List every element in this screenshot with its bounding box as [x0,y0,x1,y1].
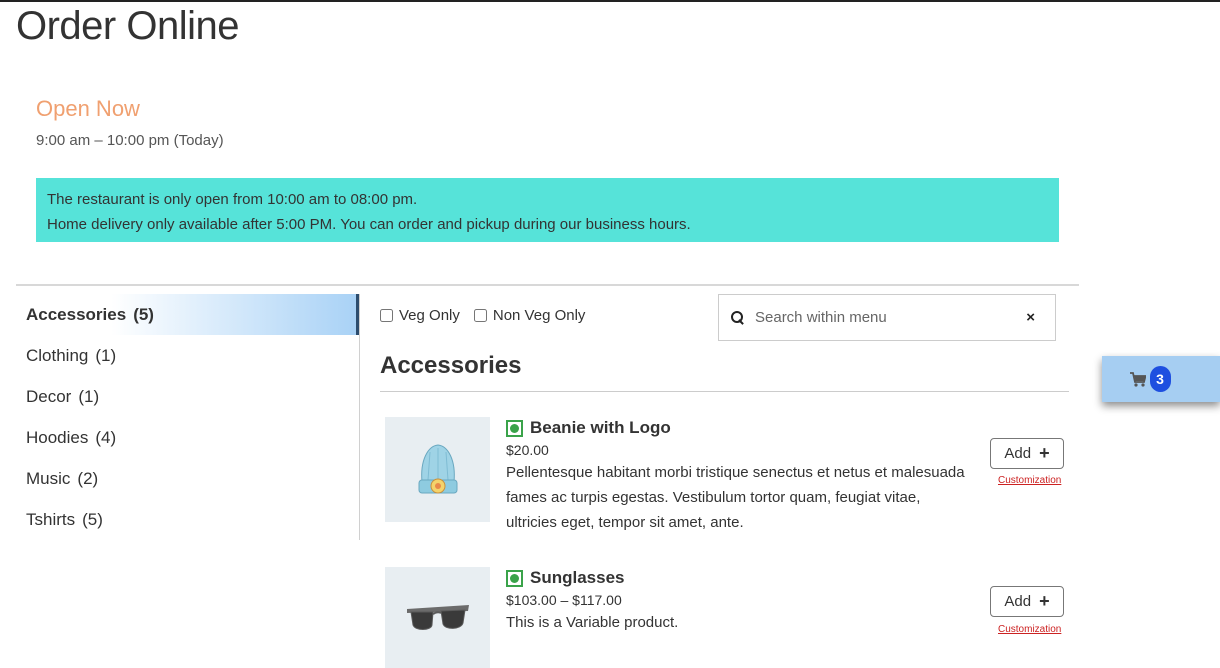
sidebar-item-music[interactable]: Music (2) [16,458,359,499]
sidebar-item-accessories[interactable]: Accessories (5) [16,294,359,335]
product-item: Beanie with Logo $20.00 Pellentesque hab… [385,417,1065,531]
veg-indicator-icon [506,419,523,437]
product-info: Beanie with Logo $20.00 Pellentesque hab… [506,417,971,535]
add-button[interactable]: Add + [990,586,1064,617]
product-price: $20.00 [506,442,549,458]
beanie-icon [418,443,457,493]
divider [16,284,1079,286]
section-title: Accessories [380,352,522,379]
sunglasses-icon [406,604,469,630]
notice-banner: The restaurant is only open from 10:00 a… [36,178,1059,242]
cart-icon [1129,371,1146,387]
category-count: (5) [82,509,103,529]
search-input[interactable] [755,309,1027,326]
page-title: Order Online [16,4,239,48]
cart-count-badge: 3 [1149,366,1171,392]
category-count: (1) [78,386,100,406]
veg-indicator-icon [506,569,523,587]
menu-search: × [718,294,1056,341]
product-name[interactable]: Sunglasses [530,568,625,588]
category-count: (1) [95,345,117,365]
sidebar-item-clothing[interactable]: Clothing (1) [16,335,359,376]
notice-line-1: The restaurant is only open from 10:00 a… [47,191,418,208]
non-veg-only-filter[interactable]: Non Veg Only [473,307,586,324]
product-item: Sunglasses $103.00 – $117.00 This is a V… [385,567,1065,668]
category-label: Accessories [26,304,127,324]
customization-link[interactable]: Customization [998,475,1061,486]
plus-icon: + [1039,591,1050,611]
veg-only-filter[interactable]: Veg Only [380,307,460,324]
sidebar-item-decor[interactable]: Decor (1) [16,376,359,417]
veg-only-label: Veg Only [399,307,460,324]
plus-icon: + [1039,443,1050,463]
non-veg-only-label: Non Veg Only [492,307,586,324]
product-name[interactable]: Beanie with Logo [530,418,671,438]
non-veg-only-checkbox[interactable] [473,309,487,322]
open-status: Open Now [36,96,140,121]
sidebar-item-tshirts[interactable]: Tshirts (5) [16,499,359,540]
product-price: $103.00 – $117.00 [506,592,622,608]
search-icon [731,310,745,325]
product-image-sunglasses[interactable] [385,567,490,668]
cart-button[interactable]: 3 [1102,356,1220,402]
category-count: (4) [95,427,117,447]
diet-filters: Veg Only Non Veg Only [380,307,585,324]
close-icon[interactable]: × [1026,309,1035,326]
category-label: Music [26,468,71,488]
add-label: Add [1004,445,1032,462]
product-image-beanie[interactable] [385,417,490,522]
product-info: Sunglasses $103.00 – $117.00 This is a V… [506,567,971,635]
veg-only-checkbox[interactable] [380,309,393,322]
sidebar-item-hoodies[interactable]: Hoodies (4) [16,417,359,458]
notice-line-2: Home delivery only available after 5:00 … [47,216,691,233]
category-label: Hoodies [26,427,89,447]
category-label: Tshirts [26,509,76,529]
product-description: This is a Variable product. [506,614,679,631]
customization-link[interactable]: Customization [998,624,1061,635]
category-sidebar: Accessories (5) Clothing (1) Decor (1) H… [16,294,360,540]
add-button[interactable]: Add + [990,438,1064,469]
category-count: (2) [77,468,99,488]
product-description: Pellentesque habitant morbi tristique se… [506,464,965,531]
section-divider [380,391,1069,392]
add-label: Add [1004,593,1032,610]
category-count: (5) [133,304,154,324]
category-label: Decor [26,386,72,406]
opening-hours: 9:00 am – 10:00 pm (Today) [36,132,224,149]
category-label: Clothing [26,345,89,365]
